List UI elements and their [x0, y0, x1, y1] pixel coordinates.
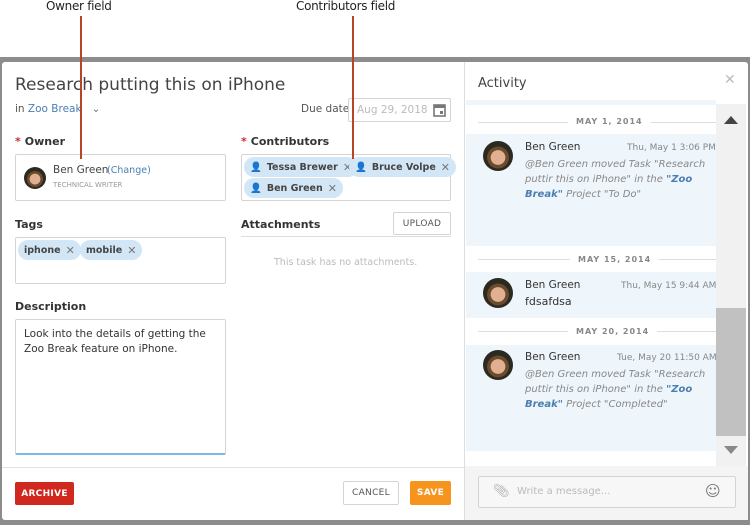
remove-icon[interactable]: ✕: [66, 244, 75, 257]
scrollbar[interactable]: [716, 104, 746, 466]
chevron-down-icon: ⌄: [91, 103, 101, 115]
close-icon[interactable]: ✕: [724, 72, 736, 88]
activity-time: Thu, May 1 3:06 PM M: [627, 143, 716, 153]
tags-field[interactable]: iphone ✕ mobile ✕: [15, 237, 226, 284]
project-prefix: in: [15, 103, 25, 115]
project-selector[interactable]: in Zoo Break ⌄: [15, 103, 100, 115]
owner-callout-line: [80, 16, 82, 159]
contributor-chip: 👤 Tessa Brewer ✕: [244, 157, 359, 177]
contributors-callout: Contributors field: [296, 0, 396, 13]
contributor-chip: 👤 Bruce Volpe ✕: [349, 157, 456, 177]
remove-icon[interactable]: ✕: [127, 244, 136, 257]
activity-message: fdsafdsa: [525, 295, 572, 308]
description-label: Description: [15, 300, 87, 313]
tags-label: Tags: [15, 218, 43, 231]
owner-name: Ben Green: [53, 164, 109, 176]
author-avatar: [483, 278, 513, 308]
user-icon: 👤: [355, 161, 367, 173]
owner-avatar: [24, 167, 46, 189]
no-attachments-text: This task has no attachments.: [274, 257, 418, 268]
project-name: Zoo Break: [27, 103, 82, 115]
scroll-up-icon[interactable]: [724, 116, 738, 124]
upload-button[interactable]: UPLOAD: [393, 212, 451, 235]
owner-callout: Owner field: [46, 0, 112, 13]
attachments-label: Attachments: [241, 218, 321, 231]
contributor-chip: 👤 Ben Green ✕: [244, 178, 343, 198]
user-icon: 👤: [250, 161, 262, 173]
cancel-button[interactable]: CANCEL: [343, 481, 399, 505]
tag-chip: iphone ✕: [18, 240, 81, 260]
divider: [464, 62, 465, 520]
scroll-down-icon[interactable]: [724, 446, 738, 454]
contributors-label: * Contributors: [241, 135, 330, 148]
task-title[interactable]: Research putting this on iPhone: [15, 75, 285, 95]
date-label: MAY 1, 2014: [568, 117, 651, 126]
message-placeholder: Write a message...: [517, 486, 611, 497]
due-date-input[interactable]: Aug 29, 2018: [348, 98, 451, 122]
emoji-icon[interactable]: ☺: [705, 482, 721, 500]
author-name: Ben Green: [525, 351, 581, 363]
calendar-icon[interactable]: [433, 103, 446, 117]
description-textarea[interactable]: Look into the details of getting the Zoo…: [15, 319, 226, 455]
date-label: MAY 15, 2014: [570, 255, 660, 264]
feed-top: [466, 100, 716, 105]
paperclip-icon[interactable]: 📎︎: [493, 484, 510, 499]
archive-button[interactable]: ARCHIVE: [15, 482, 74, 505]
date-label: MAY 20, 2014: [568, 327, 658, 336]
footer-divider: [2, 467, 464, 468]
owner-field[interactable]: Ben Green (Change) TECHNICAL WRITER: [15, 154, 226, 201]
author-name: Ben Green: [525, 279, 581, 291]
author-avatar: [483, 141, 513, 171]
save-button[interactable]: SAVE: [410, 481, 451, 505]
scrollbar-thumb[interactable]: [716, 308, 746, 436]
change-owner-link[interactable]: (Change): [107, 165, 151, 176]
activity-message: @Ben Green moved Task "Research puttir t…: [525, 159, 706, 200]
author-avatar: [483, 350, 513, 380]
attachments-divider: [241, 236, 451, 237]
remove-icon[interactable]: ✕: [441, 161, 450, 174]
contributors-field[interactable]: 👤 Tessa Brewer ✕ 👤 Bruce Volpe ✕ 👤 Ben Green ✕: [241, 154, 456, 201]
remove-icon[interactable]: ✕: [328, 182, 337, 195]
owner-label: * Owner: [15, 135, 65, 148]
author-name: Ben Green: [525, 141, 581, 153]
contributors-callout-line: [352, 16, 354, 159]
message-input[interactable]: 📎︎ Write a message... ☺: [478, 476, 736, 508]
activity-message: @Ben Green moved Task "Research puttir t…: [525, 369, 706, 410]
activity-title: Activity: [478, 76, 527, 91]
activity-time: Thu, May 15 9:44 AM M: [621, 281, 716, 291]
user-icon: 👤: [250, 182, 262, 194]
owner-role: TECHNICAL WRITER: [53, 181, 123, 189]
tag-chip: mobile ✕: [80, 240, 143, 260]
activity-time: Tue, May 20 11:50 AM M: [617, 353, 716, 363]
due-date-label: Due date: [301, 103, 350, 115]
due-date-value: Aug 29, 2018: [357, 104, 428, 116]
